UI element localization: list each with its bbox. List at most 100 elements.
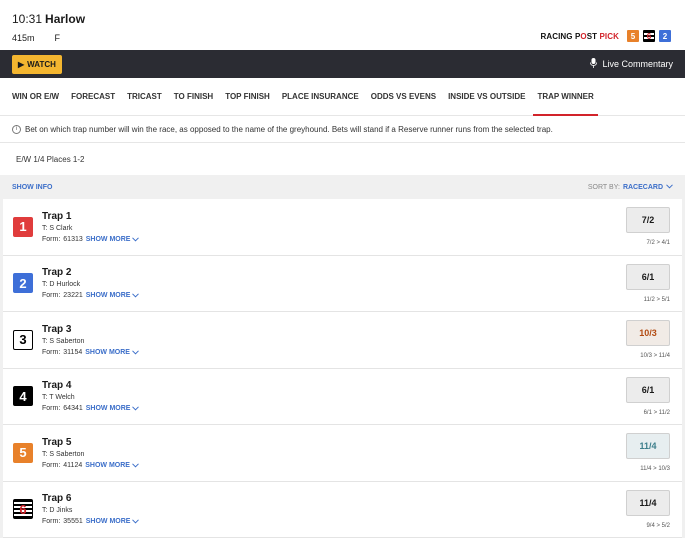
tab-odds-vs-evens[interactable]: ODDS VS EVENS <box>367 78 444 116</box>
race-card-page: 10:31 Harlow 415m F RACING POST PICK 5 6… <box>0 0 685 532</box>
show-more-label: SHOW MORE <box>85 462 130 469</box>
runner-form: Form: 41124 SHOW MORE <box>42 462 139 469</box>
odds-wrap: 11/4 11/4 > 10/3 <box>626 433 670 472</box>
trap-2-badge: 2 <box>13 273 33 293</box>
sort-bar: SHOW INFO SORT BY: RACECARD <box>0 175 685 199</box>
race-header: 10:31 Harlow 415m F RACING POST PICK 5 6… <box>0 0 685 50</box>
tab-top-finish[interactable]: TOP FINISH <box>221 78 278 116</box>
odds-movement: 10/3 > 11/4 <box>626 353 670 359</box>
tab-forecast[interactable]: FORECAST <box>67 78 123 116</box>
pick-trap-6: 6 <box>643 30 655 42</box>
chevron-down-icon <box>132 350 139 355</box>
market-info: i Bet on which trap number will win the … <box>0 116 685 143</box>
trap-5-badge: 5 <box>13 443 33 463</box>
show-more-button[interactable]: SHOW MORE <box>86 518 140 525</box>
runner-trainer: T: S Saberton <box>42 338 139 345</box>
show-more-button[interactable]: SHOW MORE <box>86 236 140 243</box>
form-value: 41124 <box>63 462 82 469</box>
chevron-down-icon <box>132 519 139 524</box>
runner-trainer: T: D Jinks <box>42 507 139 514</box>
odds-button[interactable]: 6/1 <box>626 264 670 290</box>
play-icon: ▶ <box>18 60 24 69</box>
race-distance: 415m <box>12 33 35 43</box>
runner-row: 2 Trap 2 T: D Hurlock Form: 23221 SHOW M… <box>3 256 682 313</box>
tab-inside-vs-outside[interactable]: INSIDE VS OUTSIDE <box>444 78 533 116</box>
tab-win-or-ew[interactable]: WIN OR E/W <box>8 78 67 116</box>
live-commentary-label: Live Commentary <box>602 59 673 69</box>
tab-to-finish[interactable]: TO FINISH <box>170 78 221 116</box>
show-more-label: SHOW MORE <box>86 518 131 525</box>
odds-button[interactable]: 6/1 <box>626 377 670 403</box>
race-grade: F <box>55 33 61 43</box>
chevron-down-icon <box>666 184 673 191</box>
runner-row: 1 Trap 1 T: S Clark Form: 61313 SHOW MOR… <box>3 199 682 256</box>
tab-place-insurance[interactable]: PLACE INSURANCE <box>278 78 367 116</box>
show-more-label: SHOW MORE <box>86 236 131 243</box>
runner-info: Trap 6 T: D Jinks Form: 35551 SHOW MORE <box>42 493 139 525</box>
runner-name: Trap 2 <box>42 267 139 278</box>
microphone-icon <box>590 58 597 70</box>
odds-wrap: 7/2 7/2 > 4/1 <box>626 207 670 246</box>
ew-terms: E/W 1/4 Places 1-2 <box>0 143 685 175</box>
live-commentary-button[interactable]: Live Commentary <box>590 58 673 70</box>
show-more-button[interactable]: SHOW MORE <box>85 349 139 356</box>
runner-row: 3 Trap 3 T: S Saberton Form: 31154 SHOW … <box>3 312 682 369</box>
pick-label-part-a: RACING P <box>540 32 580 41</box>
runner-name: Trap 3 <box>42 324 139 335</box>
info-icon: i <box>12 125 21 134</box>
watch-button[interactable]: ▶ WATCH <box>12 55 62 74</box>
runner-name: Trap 6 <box>42 493 139 504</box>
racing-post-pick: RACING POST PICK 5 6 2 <box>540 30 671 42</box>
runner-trainer: T: S Saberton <box>42 451 139 458</box>
tab-trap-winner[interactable]: TRAP WINNER <box>533 78 601 116</box>
form-value: 31154 <box>63 349 82 356</box>
odds-button[interactable]: 7/2 <box>626 207 670 233</box>
market-info-text: Bet on which trap number will win the ra… <box>25 125 553 134</box>
pick-label-part-c: PICK <box>599 32 619 41</box>
runner-info: Trap 2 T: D Hurlock Form: 23221 SHOW MOR… <box>42 267 139 299</box>
runner-form: Form: 64341 SHOW MORE <box>42 405 139 412</box>
runner-row: 4 Trap 4 T: T Welch Form: 64341 SHOW MOR… <box>3 369 682 426</box>
race-title: 10:31 Harlow <box>12 12 673 26</box>
runner-trainer: T: T Welch <box>42 394 139 401</box>
chevron-down-icon <box>132 237 139 242</box>
odds-wrap: 11/4 9/4 > 5/2 <box>626 490 670 529</box>
odds-movement: 7/2 > 4/1 <box>626 240 670 246</box>
sort-value: RACECARD <box>623 184 663 191</box>
odds-movement: 6/1 > 11/2 <box>626 410 670 416</box>
trap-4-badge: 4 <box>13 386 33 406</box>
tab-tricast[interactable]: TRICAST <box>123 78 170 116</box>
market-tabs: WIN OR E/W FORECAST TRICAST TO FINISH TO… <box>0 78 685 116</box>
trap-1-badge: 1 <box>13 217 33 237</box>
odds-button[interactable]: 11/4 <box>626 433 670 459</box>
show-more-button[interactable]: SHOW MORE <box>86 405 140 412</box>
show-more-button[interactable]: SHOW MORE <box>86 292 140 299</box>
sort-dropdown[interactable]: SORT BY: RACECARD <box>588 184 673 191</box>
pick-label-part-b: ST <box>587 32 597 41</box>
chevron-down-icon <box>132 293 139 298</box>
runner-info: Trap 1 T: S Clark Form: 61313 SHOW MORE <box>42 211 139 243</box>
form-label: Form: <box>42 462 60 469</box>
runner-info: Trap 4 T: T Welch Form: 64341 SHOW MORE <box>42 380 139 412</box>
form-label: Form: <box>42 405 60 412</box>
odds-button[interactable]: 11/4 <box>626 490 670 516</box>
runner-row: 6 Trap 6 T: D Jinks Form: 35551 SHOW MOR… <box>3 482 682 538</box>
runner-form: Form: 35551 SHOW MORE <box>42 518 139 525</box>
show-info-link[interactable]: SHOW INFO <box>12 184 52 191</box>
show-more-label: SHOW MORE <box>86 292 131 299</box>
form-value: 64341 <box>63 405 82 412</box>
odds-wrap: 6/1 6/1 > 11/2 <box>626 377 670 416</box>
odds-button[interactable]: 10/3 <box>626 320 670 346</box>
form-label: Form: <box>42 349 60 356</box>
odds-movement: 11/4 > 10/3 <box>626 466 670 472</box>
form-label: Form: <box>42 292 60 299</box>
show-more-button[interactable]: SHOW MORE <box>85 462 139 469</box>
race-venue: Harlow <box>45 12 85 26</box>
runner-list: 1 Trap 1 T: S Clark Form: 61313 SHOW MOR… <box>3 199 682 538</box>
watch-label: WATCH <box>27 60 56 69</box>
runner-form: Form: 31154 SHOW MORE <box>42 349 139 356</box>
racing-post-pick-label: RACING POST PICK <box>540 32 619 41</box>
race-time: 10:31 <box>12 12 42 26</box>
sort-label: SORT BY: <box>588 184 620 191</box>
form-value: 23221 <box>63 292 82 299</box>
